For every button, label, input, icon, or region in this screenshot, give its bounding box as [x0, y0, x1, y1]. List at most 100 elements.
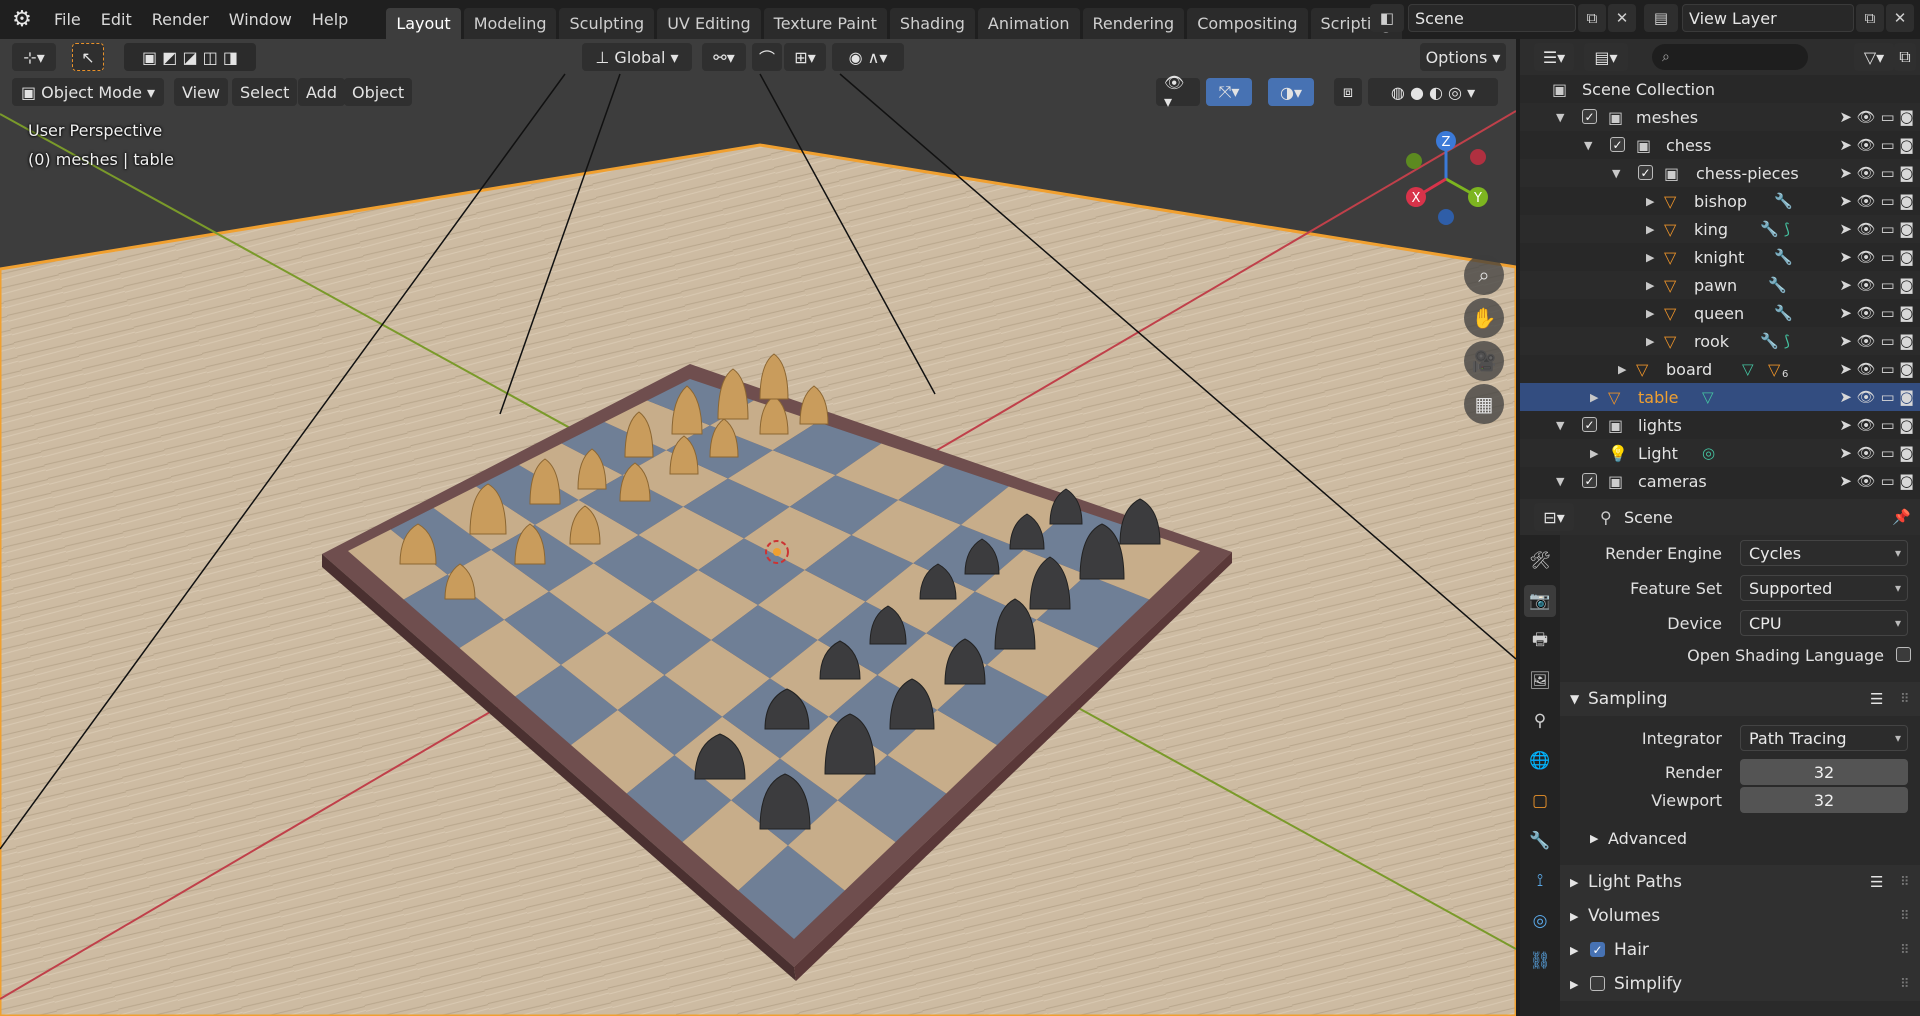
modifier-wrench-icon[interactable]: 🔧 [1768, 276, 1787, 294]
simplify-checkbox[interactable] [1590, 976, 1605, 991]
new-scene-icon[interactable]: ⧉ [1578, 4, 1606, 32]
expand-icon[interactable]: ▶ [1646, 195, 1654, 208]
material-icon[interactable]: ▽ [1768, 360, 1780, 379]
tab-texture-paint[interactable]: Texture Paint [763, 8, 887, 39]
menu-add[interactable]: Add [298, 78, 345, 106]
selection-mode-icons[interactable]: ▣ ◩ ◪ ◫ ◨ [124, 43, 256, 71]
menu-object[interactable]: Object [344, 78, 413, 106]
menu-select[interactable]: Select [232, 78, 298, 106]
outliner-row-meshes[interactable]: ▼ ✓ ▣ meshes ➤ 👁 ▭ ◙ [1520, 103, 1920, 131]
outliner-row-light[interactable]: ▶ 💡 Light ◎ ➤ 👁 ▭ ◙ [1520, 439, 1920, 467]
transform-orientation-select[interactable]: ⊥ Global ▾ [582, 43, 692, 71]
snap-target-icon[interactable]: ⊞▾ [784, 43, 826, 71]
mesh-data-icon[interactable]: ▽ [1702, 388, 1714, 406]
overlay-toggle-icon[interactable]: ◑▾ [1268, 78, 1314, 106]
osl-checkbox[interactable] [1896, 647, 1911, 662]
row-visibility-icons[interactable]: ➤ 👁 ▭ ◙ [1839, 192, 1914, 210]
view-layer-selector[interactable]: View Layer [1682, 4, 1854, 32]
editor-type-icon[interactable]: ⊹▾ [12, 43, 56, 71]
presets-icon[interactable]: ☰ [1870, 690, 1883, 708]
tab-compositing[interactable]: Compositing [1187, 8, 1308, 39]
drag-handle-icon[interactable]: ⠿ [1900, 692, 1910, 707]
row-visibility-icons[interactable]: ➤ 👁 ▭ ◙ [1839, 444, 1914, 462]
view-layer-browse-icon[interactable]: ▤ [1644, 4, 1678, 32]
row-visibility-icons[interactable]: ➤ 👁 ▭ ◙ [1839, 332, 1914, 350]
menu-file[interactable]: File [44, 0, 91, 39]
row-visibility-icons[interactable]: ➤ 👁 ▭ ◙ [1839, 136, 1914, 154]
exclude-checkbox[interactable]: ✓ [1582, 473, 1597, 488]
3d-viewport[interactable]: ⊹▾ ↖ ▣ ◩ ◪ ◫ ◨ ⊥ Global ▾ ⚯▾ ⌒ ⊞▾ ◉ ∧▾ O… [0, 39, 1516, 1016]
drag-handle-icon[interactable]: ⠿ [1900, 943, 1910, 958]
display-mode-icon[interactable]: ▤▾ [1584, 43, 1628, 71]
row-visibility-icons[interactable]: ➤ 👁 ▭ ◙ [1839, 416, 1914, 434]
simplify-panel-header[interactable]: ▶ Simplify ⠿ [1560, 967, 1920, 1001]
scene-selector[interactable]: Scene [1408, 4, 1576, 32]
object-tab-icon[interactable]: ▢ [1524, 785, 1556, 817]
expand-icon[interactable]: ▶ [1618, 363, 1626, 376]
outliner-row-chess-pieces[interactable]: ▼ ✓ ▣ chess-pieces ➤ 👁 ▭ ◙ [1520, 159, 1920, 187]
outliner-row-bishop[interactable]: ▶ ▽ bishop 🔧 ➤ 👁 ▭ ◙ [1520, 187, 1920, 215]
constraints-tab-icon[interactable]: ⛓ [1524, 945, 1556, 977]
row-visibility-icons[interactable]: ➤ 👁 ▭ ◙ [1839, 248, 1914, 266]
exclude-checkbox[interactable]: ✓ [1582, 109, 1597, 124]
scene-tab-icon[interactable]: ⚲ [1524, 705, 1556, 737]
light-data-icon[interactable]: ◎ [1702, 444, 1715, 462]
pan-hand-icon[interactable]: ✋ [1464, 298, 1504, 338]
camera-view-icon[interactable]: 🎥 [1464, 341, 1504, 381]
feature-set-select[interactable]: Supported ▾ [1740, 575, 1908, 601]
proportional-editing-icon[interactable]: ◉ ∧▾ [832, 43, 904, 71]
expand-icon[interactable]: ▼ [1556, 419, 1564, 432]
scene-browse-icon[interactable]: ◧ [1370, 4, 1404, 32]
tab-uv-editing[interactable]: UV Editing [657, 8, 761, 39]
tab-layout[interactable]: Layout [386, 8, 461, 39]
menu-window[interactable]: Window [219, 0, 302, 39]
drag-handle-icon[interactable]: ⠿ [1900, 909, 1910, 924]
row-visibility-icons[interactable]: ➤ 👁 ▭ ◙ [1839, 276, 1914, 294]
output-tab-icon[interactable]: 🖶 [1524, 625, 1556, 657]
mesh-data-icon[interactable]: ⟆ [1784, 220, 1790, 238]
modifier-tab-icon[interactable]: 🔧 [1524, 825, 1556, 857]
world-tab-icon[interactable]: 🌐 [1524, 745, 1556, 777]
menu-edit[interactable]: Edit [91, 0, 142, 39]
expand-icon[interactable]: ▶ [1646, 279, 1654, 292]
properties-editor-type-icon[interactable]: ⊟▾ [1534, 503, 1574, 531]
pin-icon[interactable]: 📌 [1892, 508, 1911, 526]
shading-mode-icons[interactable]: ◍ ● ◐ ◎ ▾ [1368, 78, 1498, 106]
integrator-select[interactable]: Path Tracing ▾ [1740, 725, 1908, 751]
physics-tab-icon[interactable]: ◎ [1524, 905, 1556, 937]
outliner-search-input[interactable]: ⌕ [1652, 44, 1808, 70]
exclude-checkbox[interactable]: ✓ [1582, 417, 1597, 432]
expand-icon[interactable]: ▼ [1556, 475, 1564, 488]
options-dropdown[interactable]: Options ▾ [1420, 43, 1506, 71]
outliner-editor-type-icon[interactable]: ☰▾ [1534, 43, 1574, 71]
modifier-wrench-icon[interactable]: 🔧 [1760, 332, 1779, 350]
modifier-wrench-icon[interactable]: 🔧 [1774, 248, 1793, 266]
expand-icon[interactable]: ▶ [1646, 307, 1654, 320]
new-collection-icon[interactable]: ⧉ [1894, 43, 1916, 71]
expand-icon[interactable]: ▶ [1590, 391, 1598, 404]
outliner-row-cameras[interactable]: ▼ ✓ ▣ cameras ➤ 👁 ▭ ◙ [1520, 467, 1920, 495]
tab-rendering[interactable]: Rendering [1082, 8, 1185, 39]
expand-icon[interactable]: ▼ [1556, 111, 1564, 124]
row-visibility-icons[interactable]: ➤ 👁 ▭ ◙ [1839, 220, 1914, 238]
presets-icon[interactable]: ☰ [1870, 873, 1883, 891]
object-mode-select[interactable]: ▣ Object Mode ▾ [12, 78, 164, 106]
expand-icon[interactable]: ▼ [1612, 167, 1620, 180]
row-visibility-icons[interactable]: ➤ 👁 ▭ ◙ [1839, 164, 1914, 182]
row-visibility-icons[interactable]: ➤ 👁 ▭ ◙ [1839, 388, 1914, 406]
tab-modeling[interactable]: Modeling [463, 8, 557, 39]
exclude-checkbox[interactable]: ✓ [1638, 165, 1653, 180]
outliner-row-king[interactable]: ▶ ▽ king 🔧 ⟆ ➤ 👁 ▭ ◙ [1520, 215, 1920, 243]
mesh-data-icon[interactable]: ⟆ [1784, 332, 1790, 350]
modifier-wrench-icon[interactable]: 🔧 [1760, 220, 1779, 238]
render-engine-select[interactable]: Cycles ▾ [1740, 540, 1908, 566]
delete-view-layer-icon[interactable]: ✕ [1886, 4, 1914, 32]
navigation-gizmo[interactable]: Z Y X [1396, 127, 1506, 237]
outliner-row-chess[interactable]: ▼ ✓ ▣ chess ➤ 👁 ▭ ◙ [1520, 131, 1920, 159]
drag-handle-icon[interactable]: ⠿ [1900, 875, 1910, 890]
outliner-row-queen[interactable]: ▶ ▽ queen 🔧 ➤ 👁 ▭ ◙ [1520, 299, 1920, 327]
tab-sculpting[interactable]: Sculpting [559, 8, 655, 39]
tool-tab-icon[interactable]: 🛠 [1524, 545, 1556, 577]
view-layer-tab-icon[interactable]: 🖼 [1524, 665, 1556, 697]
hair-panel-header[interactable]: ▶ ✓ Hair ⠿ [1560, 933, 1920, 967]
